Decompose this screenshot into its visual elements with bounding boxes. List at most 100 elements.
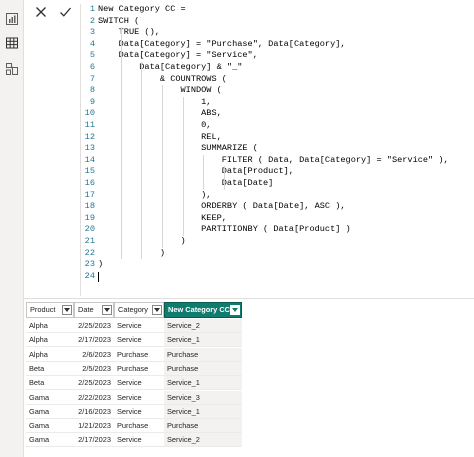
code-text: SWITCH ( [98, 15, 140, 26]
table-cell[interactable]: Service_1 [164, 376, 242, 391]
table-cell[interactable]: Service_2 [164, 319, 242, 333]
table-cell[interactable]: Service_3 [164, 390, 242, 405]
table-cell[interactable]: Service_1 [164, 404, 242, 419]
code-line[interactable]: 18 ORDERBY ( Data[Date], ASC ), [81, 201, 471, 213]
line-number: 12 [84, 131, 95, 142]
table-cell[interactable]: Service_2 [164, 433, 242, 448]
indent-guide [224, 166, 226, 190]
code-line[interactable]: 13 SUMMARIZE ( [81, 143, 471, 155]
table-cell[interactable]: 2/17/2023 [74, 433, 114, 448]
line-number: 7 [89, 73, 95, 84]
code-line[interactable]: 9 1, [81, 97, 471, 109]
formula-bar-buttons [26, 0, 78, 28]
code-line[interactable]: 3 TRUE (), [81, 27, 471, 39]
table-cell[interactable]: 2/25/2023 [74, 319, 114, 333]
column-header[interactable]: Category [114, 302, 164, 318]
line-number: 22 [84, 247, 95, 258]
table-cell[interactable]: Service [114, 333, 164, 348]
code-line[interactable]: 22 ) [81, 248, 471, 260]
code-text: ABS, [98, 108, 222, 119]
table-cell[interactable]: 2/17/2023 [74, 333, 114, 348]
column-header[interactable]: New Category CC [164, 302, 242, 318]
code-line[interactable]: 2 SWITCH ( [81, 16, 471, 28]
code-line[interactable]: 7 & COUNTROWS ( [81, 74, 471, 86]
code-text: REL, [98, 131, 222, 142]
table-cell[interactable]: Beta [26, 376, 74, 391]
code-line[interactable]: 1 New Category CC = [81, 4, 471, 16]
table-cell[interactable]: Service [114, 391, 164, 405]
code-line[interactable]: 24 [81, 271, 471, 283]
column-header[interactable]: Product [26, 302, 74, 318]
chevron-down-icon[interactable] [62, 305, 72, 315]
table-cell[interactable]: Purchase [114, 419, 164, 434]
code-line[interactable]: 5 Data[Category] = "Service", [81, 50, 471, 62]
code-line[interactable]: 10 ABS, [81, 108, 471, 120]
report-view-icon[interactable] [5, 12, 19, 26]
dax-formula-editor[interactable]: 1 New Category CC = 2 SWITCH (3 TRUE (), 4 D… [80, 4, 474, 296]
indent-guide [120, 27, 122, 260]
code-text: ), [98, 189, 212, 200]
code-line[interactable]: 19 KEEP, [81, 213, 471, 225]
code-line[interactable]: 20 PARTITIONBY ( Data[Product] ) [81, 224, 471, 236]
code-text: 1, [98, 96, 212, 107]
code-line[interactable]: 12 REL, [81, 132, 471, 144]
code-line[interactable]: 15 Data[Product], [81, 166, 471, 178]
table-cell[interactable]: Purchase [114, 348, 164, 362]
table-cell[interactable]: 1/21/2023 [74, 419, 114, 434]
cancel-formula-button[interactable] [30, 4, 52, 24]
column-header[interactable]: Date [74, 302, 114, 318]
indent-guide [182, 96, 184, 236]
line-number: 13 [84, 143, 95, 154]
column-header-label: New Category CC [168, 305, 231, 314]
code-line[interactable]: 8 WINDOW ( [81, 85, 471, 97]
table-cell[interactable]: Purchase [114, 362, 164, 376]
commit-formula-button[interactable] [54, 4, 76, 24]
table-cell[interactable]: Purchase [164, 419, 242, 434]
line-number: 23 [84, 259, 95, 270]
table-cell[interactable]: Gama [26, 405, 74, 419]
code-line[interactable]: 14 FILTER ( Data, Data[Category] = "Serv… [81, 155, 471, 167]
code-line[interactable]: 4 Data[Category] = "Purchase", Data[Cate… [81, 39, 471, 51]
table-cell[interactable]: Purchase [164, 347, 242, 362]
table-cell[interactable]: Alpha [26, 333, 74, 348]
table-cell[interactable]: Service [114, 319, 164, 333]
indent-guide [203, 154, 205, 190]
code-text: Data[Category] & "_" [98, 62, 243, 72]
table-cell[interactable]: Alpha [26, 348, 74, 362]
table-cell[interactable]: Gama [26, 433, 74, 448]
code-text: ) [98, 247, 166, 258]
table-cell[interactable]: Service [114, 405, 164, 419]
code-text: PARTITIONBY ( Data[Product] ) [98, 224, 351, 235]
table-cell[interactable]: 2/25/2023 [74, 376, 114, 391]
code-line[interactable]: 17 ), [81, 190, 471, 202]
table-cell[interactable]: Service_1 [164, 333, 242, 348]
code-text: ) [98, 259, 104, 270]
chevron-down-icon[interactable] [230, 305, 240, 315]
table-cell[interactable]: Gama [26, 391, 74, 405]
code-line[interactable]: 23) [81, 259, 471, 271]
table-cell[interactable]: 2/22/2023 [74, 391, 114, 405]
table-cell[interactable]: Service [114, 376, 164, 391]
table-cell[interactable]: Gama [26, 419, 74, 434]
table-view-icon[interactable] [5, 36, 19, 50]
editor-divider [24, 298, 474, 299]
code-line[interactable]: 6 Data[Category] & "_" [81, 62, 471, 74]
table-cell[interactable]: 2/16/2023 [74, 405, 114, 419]
chevron-down-icon[interactable] [152, 305, 162, 315]
table-cell[interactable]: Service [114, 433, 164, 448]
model-view-icon[interactable] [5, 62, 19, 76]
code-text: TRUE (), [98, 27, 160, 38]
table-cell[interactable]: Beta [26, 362, 74, 376]
table-cell[interactable]: Purchase [164, 361, 242, 376]
indent-guide [141, 62, 143, 260]
code-line[interactable]: 11 0, [81, 120, 471, 132]
table-cell[interactable]: Alpha [26, 319, 74, 333]
table-cell[interactable]: 2/5/2023 [74, 362, 114, 376]
code-line[interactable]: 21 ) [81, 236, 471, 248]
code-line[interactable]: 16 Data[Date] [81, 178, 471, 190]
table-cell[interactable]: 2/6/2023 [74, 348, 114, 362]
line-number: 19 [84, 212, 95, 223]
chevron-down-icon[interactable] [102, 305, 112, 315]
code-text: Data[Date] [98, 178, 274, 188]
line-number: 14 [84, 154, 95, 165]
